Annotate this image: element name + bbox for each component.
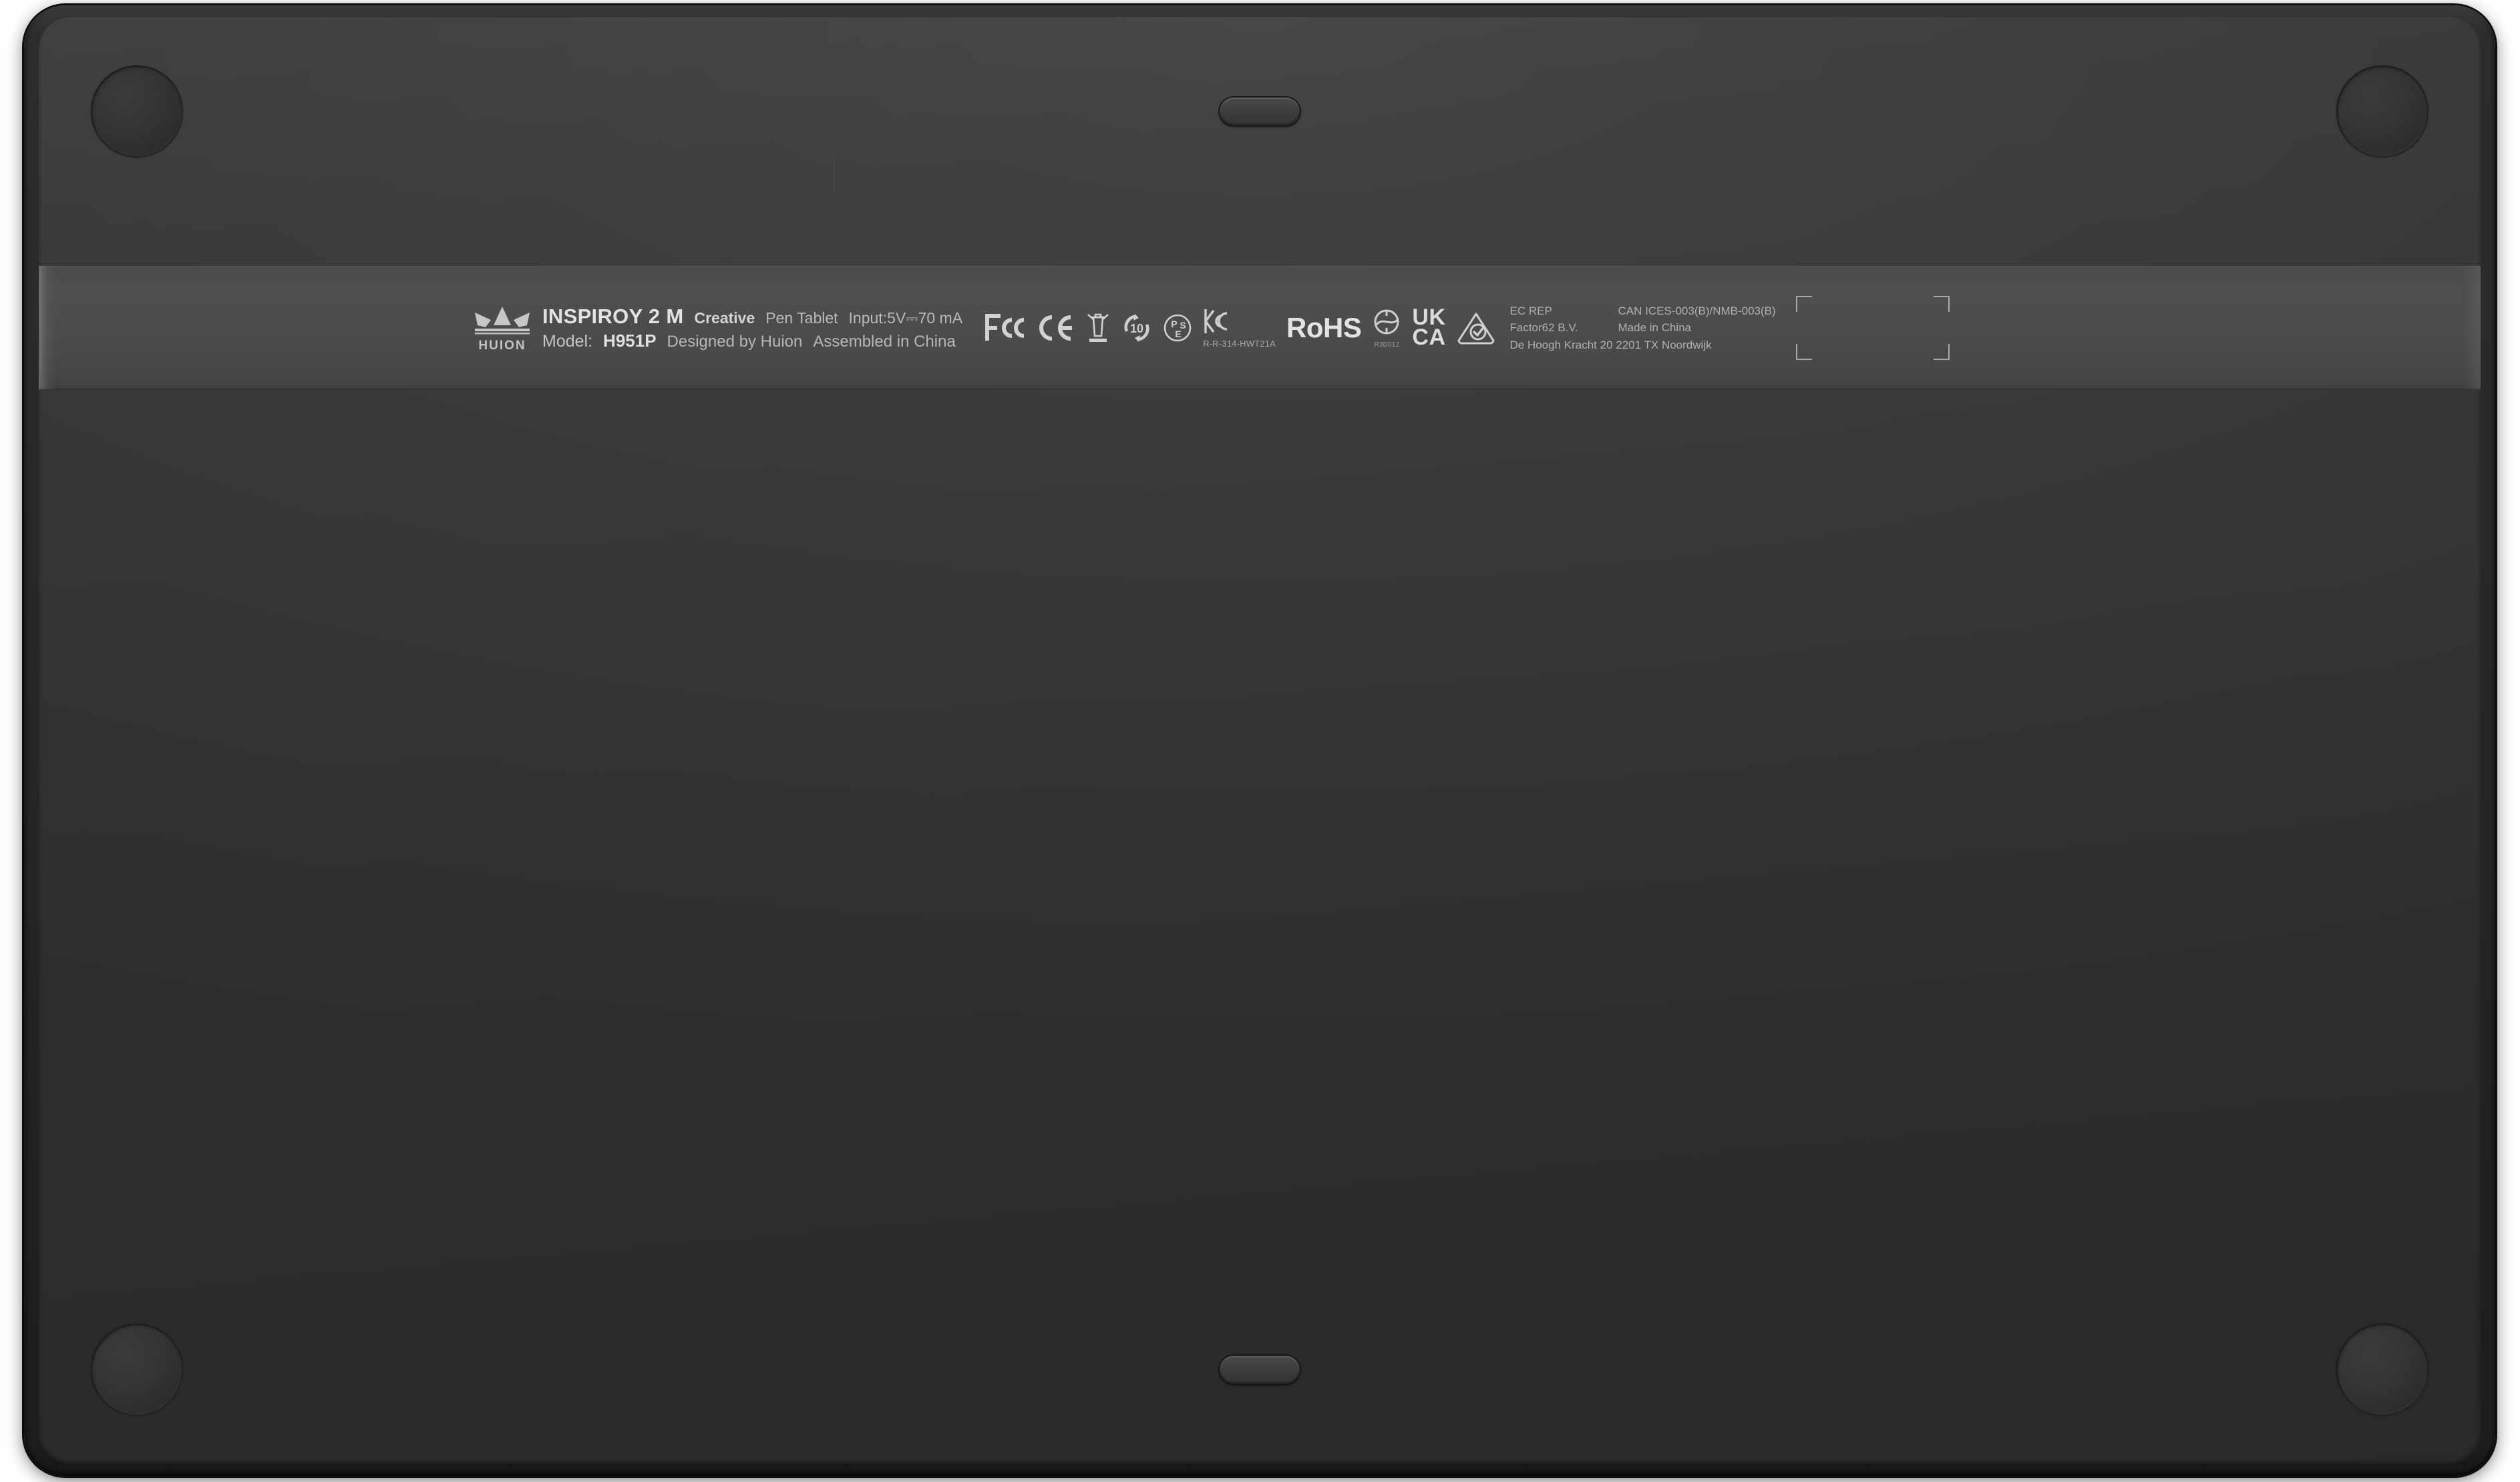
kc-icon — [1203, 308, 1234, 338]
kc-mark-block: R-R-314-HWT21A — [1203, 308, 1276, 349]
huion-logo: HUION — [472, 305, 533, 352]
assembled-in-note: Assembled in China — [813, 333, 956, 351]
ec-rep-address: De Hoogh Kracht 20 2201 TX Noordwijk — [1509, 338, 1712, 351]
rohs-icon: RoHS — [1286, 312, 1362, 343]
label-band-right-edge — [2463, 266, 2481, 389]
product-type: Pen Tablet — [765, 309, 838, 327]
svg-text:10: 10 — [1130, 322, 1143, 335]
model-number: H951P — [603, 331, 657, 351]
tablet-back-plate: HUION INSPIROY 2 M Creative Pen Tablet I… — [39, 17, 2481, 1464]
huion-crown-icon — [474, 305, 531, 337]
bsmi-icon — [1372, 307, 1401, 340]
label-content: HUION INSPIROY 2 M Creative Pen Tablet I… — [472, 278, 2454, 378]
ukca-icon: UK CA — [1412, 306, 1446, 350]
plate-seam-line — [834, 154, 835, 194]
bsmi-certification-code: R3D012 — [1374, 341, 1400, 349]
fcc-icon — [985, 313, 1027, 343]
made-in-statement: Made in China — [1618, 321, 1692, 335]
ec-rep-label: EC REP — [1509, 305, 1552, 318]
label-band-left-edge — [39, 266, 56, 389]
rcm-icon — [1457, 311, 1495, 345]
grip-slot-top — [1220, 98, 1300, 126]
plate-sheen-overlay — [39, 17, 2481, 1464]
product-line-secondary: Model: H951P Designed by Huion Assembled… — [542, 332, 962, 350]
weee-crossed-bin-icon — [1085, 312, 1111, 344]
serial-corner-bottom-left — [1795, 344, 1812, 360]
product-type-strong: Creative — [694, 309, 755, 327]
regulatory-line-2: Factor62 B.V. Made in China — [1510, 321, 1776, 335]
rohs-label: RoHS — [1286, 312, 1362, 343]
huion-wordmark: HUION — [478, 339, 526, 353]
rubber-foot-bottom-left — [91, 1324, 183, 1416]
rubber-foot-top-right — [2336, 65, 2428, 158]
certification-marks-row: 10 P S E R-R-314-HWT21A RoHS R3D012 UK C… — [985, 278, 1495, 378]
regulatory-text-block: EC REP CAN ICES-003(B)/NMB-003(B) Factor… — [1510, 304, 1776, 352]
regulatory-line-1: EC REP CAN ICES-003(B)/NMB-003(B) — [1510, 304, 1776, 318]
ukca-line-2: CA — [1412, 325, 1446, 350]
ce-icon — [1037, 313, 1075, 343]
bsmi-mark-block: R3D012 — [1372, 307, 1401, 349]
ices-statement: CAN ICES-003(B)/NMB-003(B) — [1618, 305, 1776, 318]
serial-corner-bottom-right — [1933, 344, 1950, 360]
ec-rep-company: Factor62 B.V. — [1509, 321, 1578, 335]
svg-text:E: E — [1175, 329, 1181, 339]
product-label-band: HUION INSPIROY 2 M Creative Pen Tablet I… — [39, 266, 2481, 389]
rubber-foot-top-left — [91, 65, 183, 158]
svg-text:P: P — [1171, 319, 1177, 329]
serial-corner-top-left — [1795, 296, 1812, 312]
model-label: Model: — [542, 332, 593, 351]
kc-certification-code: R-R-314-HWT21A — [1203, 338, 1276, 349]
rubber-foot-bottom-right — [2336, 1324, 2428, 1416]
screenshot-root: HUION INSPIROY 2 M Creative Pen Tablet I… — [0, 0, 2520, 1482]
designed-by-note: Designed by Huion — [667, 333, 803, 351]
input-power-spec: Input:5V⎓70 mA — [848, 309, 963, 327]
product-name: INSPIROY 2 M — [542, 305, 684, 328]
tablet-device-body: HUION INSPIROY 2 M Creative Pen Tablet I… — [24, 5, 2495, 1476]
china-rohs-epup-icon: 10 — [1121, 313, 1152, 343]
serial-corner-top-right — [1933, 296, 1950, 312]
serial-placeholder-box — [1795, 296, 1950, 360]
product-identification-block: INSPIROY 2 M Creative Pen Tablet Input:5… — [542, 306, 962, 350]
grip-slot-bottom — [1220, 1356, 1300, 1384]
pse-icon: P S E — [1163, 313, 1192, 343]
product-line-primary: INSPIROY 2 M Creative Pen Tablet Input:5… — [542, 306, 962, 327]
regulatory-line-3: De Hoogh Kracht 20 2201 TX Noordwijk — [1510, 338, 1776, 352]
